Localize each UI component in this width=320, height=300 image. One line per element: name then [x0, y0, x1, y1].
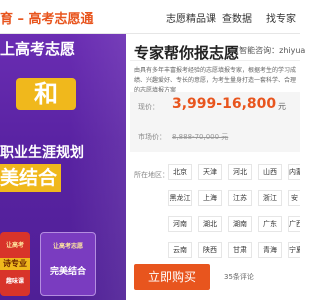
region-label: 所在地区：: [134, 171, 169, 179]
review-count-link[interactable]: 35条评论: [224, 272, 254, 282]
price-box: 现价： 3,999-16,800 元 市场价： 8,888-70,000 元: [130, 92, 300, 152]
region-option[interactable]: 青海: [258, 242, 282, 258]
region-option[interactable]: 广东: [258, 216, 282, 232]
region-option[interactable]: 河北: [228, 164, 252, 180]
banner-card-left-title: 诗专业: [0, 258, 30, 270]
banner-card-left: 让高考 诗专业 趣味课: [0, 232, 30, 296]
banner-card-left-caption: 让高考: [5, 242, 24, 249]
region-option[interactable]: 天津: [198, 164, 222, 180]
region-option[interactable]: 广西: [288, 216, 300, 232]
price-unit: 元: [278, 102, 286, 111]
banner-card-right-title: 完美结合: [49, 267, 86, 277]
price-label: 现价：: [138, 103, 159, 111]
price-value: 3,999-16,800: [172, 96, 277, 112]
nav-item-experts[interactable]: 找专家: [266, 10, 296, 25]
consult-note: (智能咨询：zhiyua: [236, 46, 306, 55]
site-logo[interactable]: 育 – 高考志愿通: [0, 8, 94, 27]
title-divider: [130, 60, 300, 61]
banner-card-right-caption: 让高考志愿: [52, 243, 83, 250]
promo-banner[interactable]: 上高考志愿 和 职业生涯规划 美结合 让高考 诗专业 趣味课 让高考志愿 完美结…: [0, 34, 126, 300]
region-option[interactable]: 湖北: [198, 216, 222, 232]
buy-now-button[interactable]: 立即购买: [134, 264, 210, 290]
region-option[interactable]: 甘肃: [228, 242, 252, 258]
region-option[interactable]: 浙江: [258, 190, 282, 206]
region-option[interactable]: 云南: [168, 242, 192, 258]
region-option[interactable]: 山西: [258, 164, 282, 180]
top-header: 育 – 高考志愿通 志愿精品课 查数据 找专家: [0, 0, 300, 34]
region-option[interactable]: 湖南: [228, 216, 252, 232]
region-option[interactable]: 陕西: [198, 242, 222, 258]
region-option[interactable]: 内蒙: [288, 164, 300, 180]
banner-card-left-tail: 趣味课: [5, 278, 24, 285]
region-option[interactable]: 安: [288, 190, 300, 206]
region-option[interactable]: 河南: [168, 216, 192, 232]
banner-heading-line1: 上高考志愿: [0, 40, 76, 58]
banner-card-right: 让高考志愿 完美结合: [40, 232, 96, 296]
banner-heading-and: 和: [16, 78, 76, 110]
region-option[interactable]: 宁夏: [288, 242, 300, 258]
market-price-value: 8,888-70,000 元: [172, 133, 229, 141]
region-option[interactable]: 上海: [198, 190, 222, 206]
region-option[interactable]: 黑龙江: [168, 190, 192, 206]
market-price-label: 市场价：: [138, 133, 166, 141]
nav-item-data[interactable]: 查数据: [222, 10, 252, 25]
region-option[interactable]: 江苏: [228, 190, 252, 206]
banner-heading-line4: 美结合: [0, 164, 62, 192]
banner-heading-line3: 职业生涯规划: [0, 145, 84, 161]
region-option[interactable]: 北京: [168, 164, 192, 180]
nav-item-courses[interactable]: 志愿精品课: [166, 10, 216, 25]
